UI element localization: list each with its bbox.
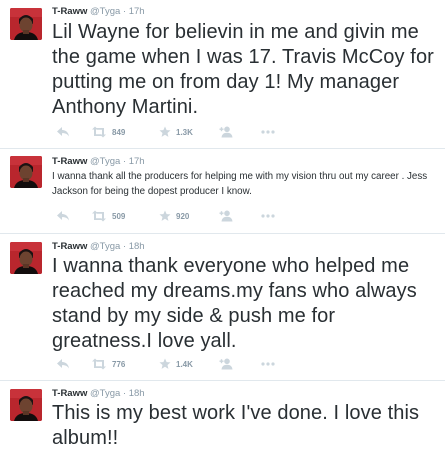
reply-icon: [56, 210, 70, 222]
timestamp[interactable]: 18h: [129, 241, 145, 252]
author-handle[interactable]: @Tyga: [90, 6, 120, 17]
tweet[interactable]: T-Raww @Tyga · 17h Lil Wayne for believi…: [0, 0, 445, 148]
follow-button[interactable]: [219, 210, 235, 222]
author-name[interactable]: T-Raww: [52, 241, 87, 252]
tweet-text: I wanna thank all the producers for help…: [52, 171, 428, 197]
favorite-button[interactable]: 920: [159, 210, 189, 222]
tweet-header: T-Raww @Tyga · 18h: [52, 388, 145, 400]
author-name[interactable]: T-Raww: [52, 388, 87, 399]
timestamp[interactable]: 18h: [129, 388, 145, 399]
author-handle[interactable]: @Tyga: [90, 156, 120, 167]
follow-icon: [219, 358, 235, 370]
tweet-text: I wanna thank everyone who helped me rea…: [52, 255, 417, 352]
star-icon: [159, 358, 171, 370]
retweet-button[interactable]: 509: [91, 210, 125, 222]
tweet-header: T-Raww @Tyga · 18h: [52, 241, 145, 253]
follow-icon: [219, 210, 235, 222]
author-handle[interactable]: @Tyga: [90, 241, 120, 252]
star-icon: [159, 126, 171, 138]
reply-icon: [56, 126, 70, 138]
retweet-button[interactable]: 849: [91, 126, 125, 138]
separator-dot: ·: [122, 388, 127, 399]
avatar-image: [10, 389, 42, 421]
retweet-count: 849: [112, 127, 126, 137]
author-name[interactable]: T-Raww: [52, 156, 87, 167]
more-icon: [261, 214, 275, 218]
avatar[interactable]: [10, 389, 42, 421]
avatar-image: [10, 8, 42, 40]
follow-button[interactable]: [219, 126, 235, 138]
retweet-count: 509: [112, 211, 126, 221]
favorite-button[interactable]: 1.4K: [159, 358, 193, 370]
tweet-header: T-Raww @Tyga · 17h: [52, 156, 145, 168]
separator-dot: ·: [122, 156, 127, 167]
reply-icon: [56, 358, 70, 370]
retweet-icon: [91, 358, 107, 370]
tweet-text: This is my best work I've done. I love t…: [52, 402, 420, 449]
timestamp[interactable]: 17h: [129, 156, 145, 167]
favorite-count: 1.3K: [176, 127, 193, 137]
timestamp[interactable]: 17h: [129, 6, 145, 17]
reply-button[interactable]: [56, 126, 70, 138]
favorite-button[interactable]: 1.3K: [159, 126, 193, 138]
retweet-icon: [91, 126, 107, 138]
tweet[interactable]: T-Raww @Tyga · 18h I wanna thank everyon…: [0, 234, 445, 380]
follow-button[interactable]: [219, 358, 235, 370]
more-button[interactable]: [261, 126, 275, 138]
author-handle[interactable]: @Tyga: [90, 388, 120, 399]
retweet-button[interactable]: 776: [91, 358, 125, 370]
avatar-image: [10, 242, 42, 274]
tweet[interactable]: T-Raww @Tyga · 18h This is my best work …: [0, 381, 445, 456]
avatar-image: [10, 156, 42, 188]
star-icon: [159, 210, 171, 222]
avatar[interactable]: [10, 156, 42, 188]
author-name[interactable]: T-Raww: [52, 6, 87, 17]
tweet-text: Lil Wayne for believin in me and givin m…: [52, 21, 434, 118]
more-icon: [261, 130, 275, 134]
avatar[interactable]: [10, 8, 42, 40]
tweet[interactable]: T-Raww @Tyga · 17h I wanna thank all the…: [0, 149, 445, 233]
more-button[interactable]: [261, 210, 275, 222]
reply-button[interactable]: [56, 358, 70, 370]
separator-dot: ·: [122, 6, 127, 17]
more-icon: [261, 362, 275, 366]
separator-dot: ·: [122, 241, 127, 252]
more-button[interactable]: [261, 358, 275, 370]
favorite-count: 920: [176, 211, 190, 221]
retweet-count: 776: [112, 359, 126, 369]
avatar[interactable]: [10, 242, 42, 274]
favorite-count: 1.4K: [176, 359, 193, 369]
follow-icon: [219, 126, 235, 138]
retweet-icon: [91, 210, 107, 222]
reply-button[interactable]: [56, 210, 70, 222]
tweet-header: T-Raww @Tyga · 17h: [52, 6, 145, 18]
